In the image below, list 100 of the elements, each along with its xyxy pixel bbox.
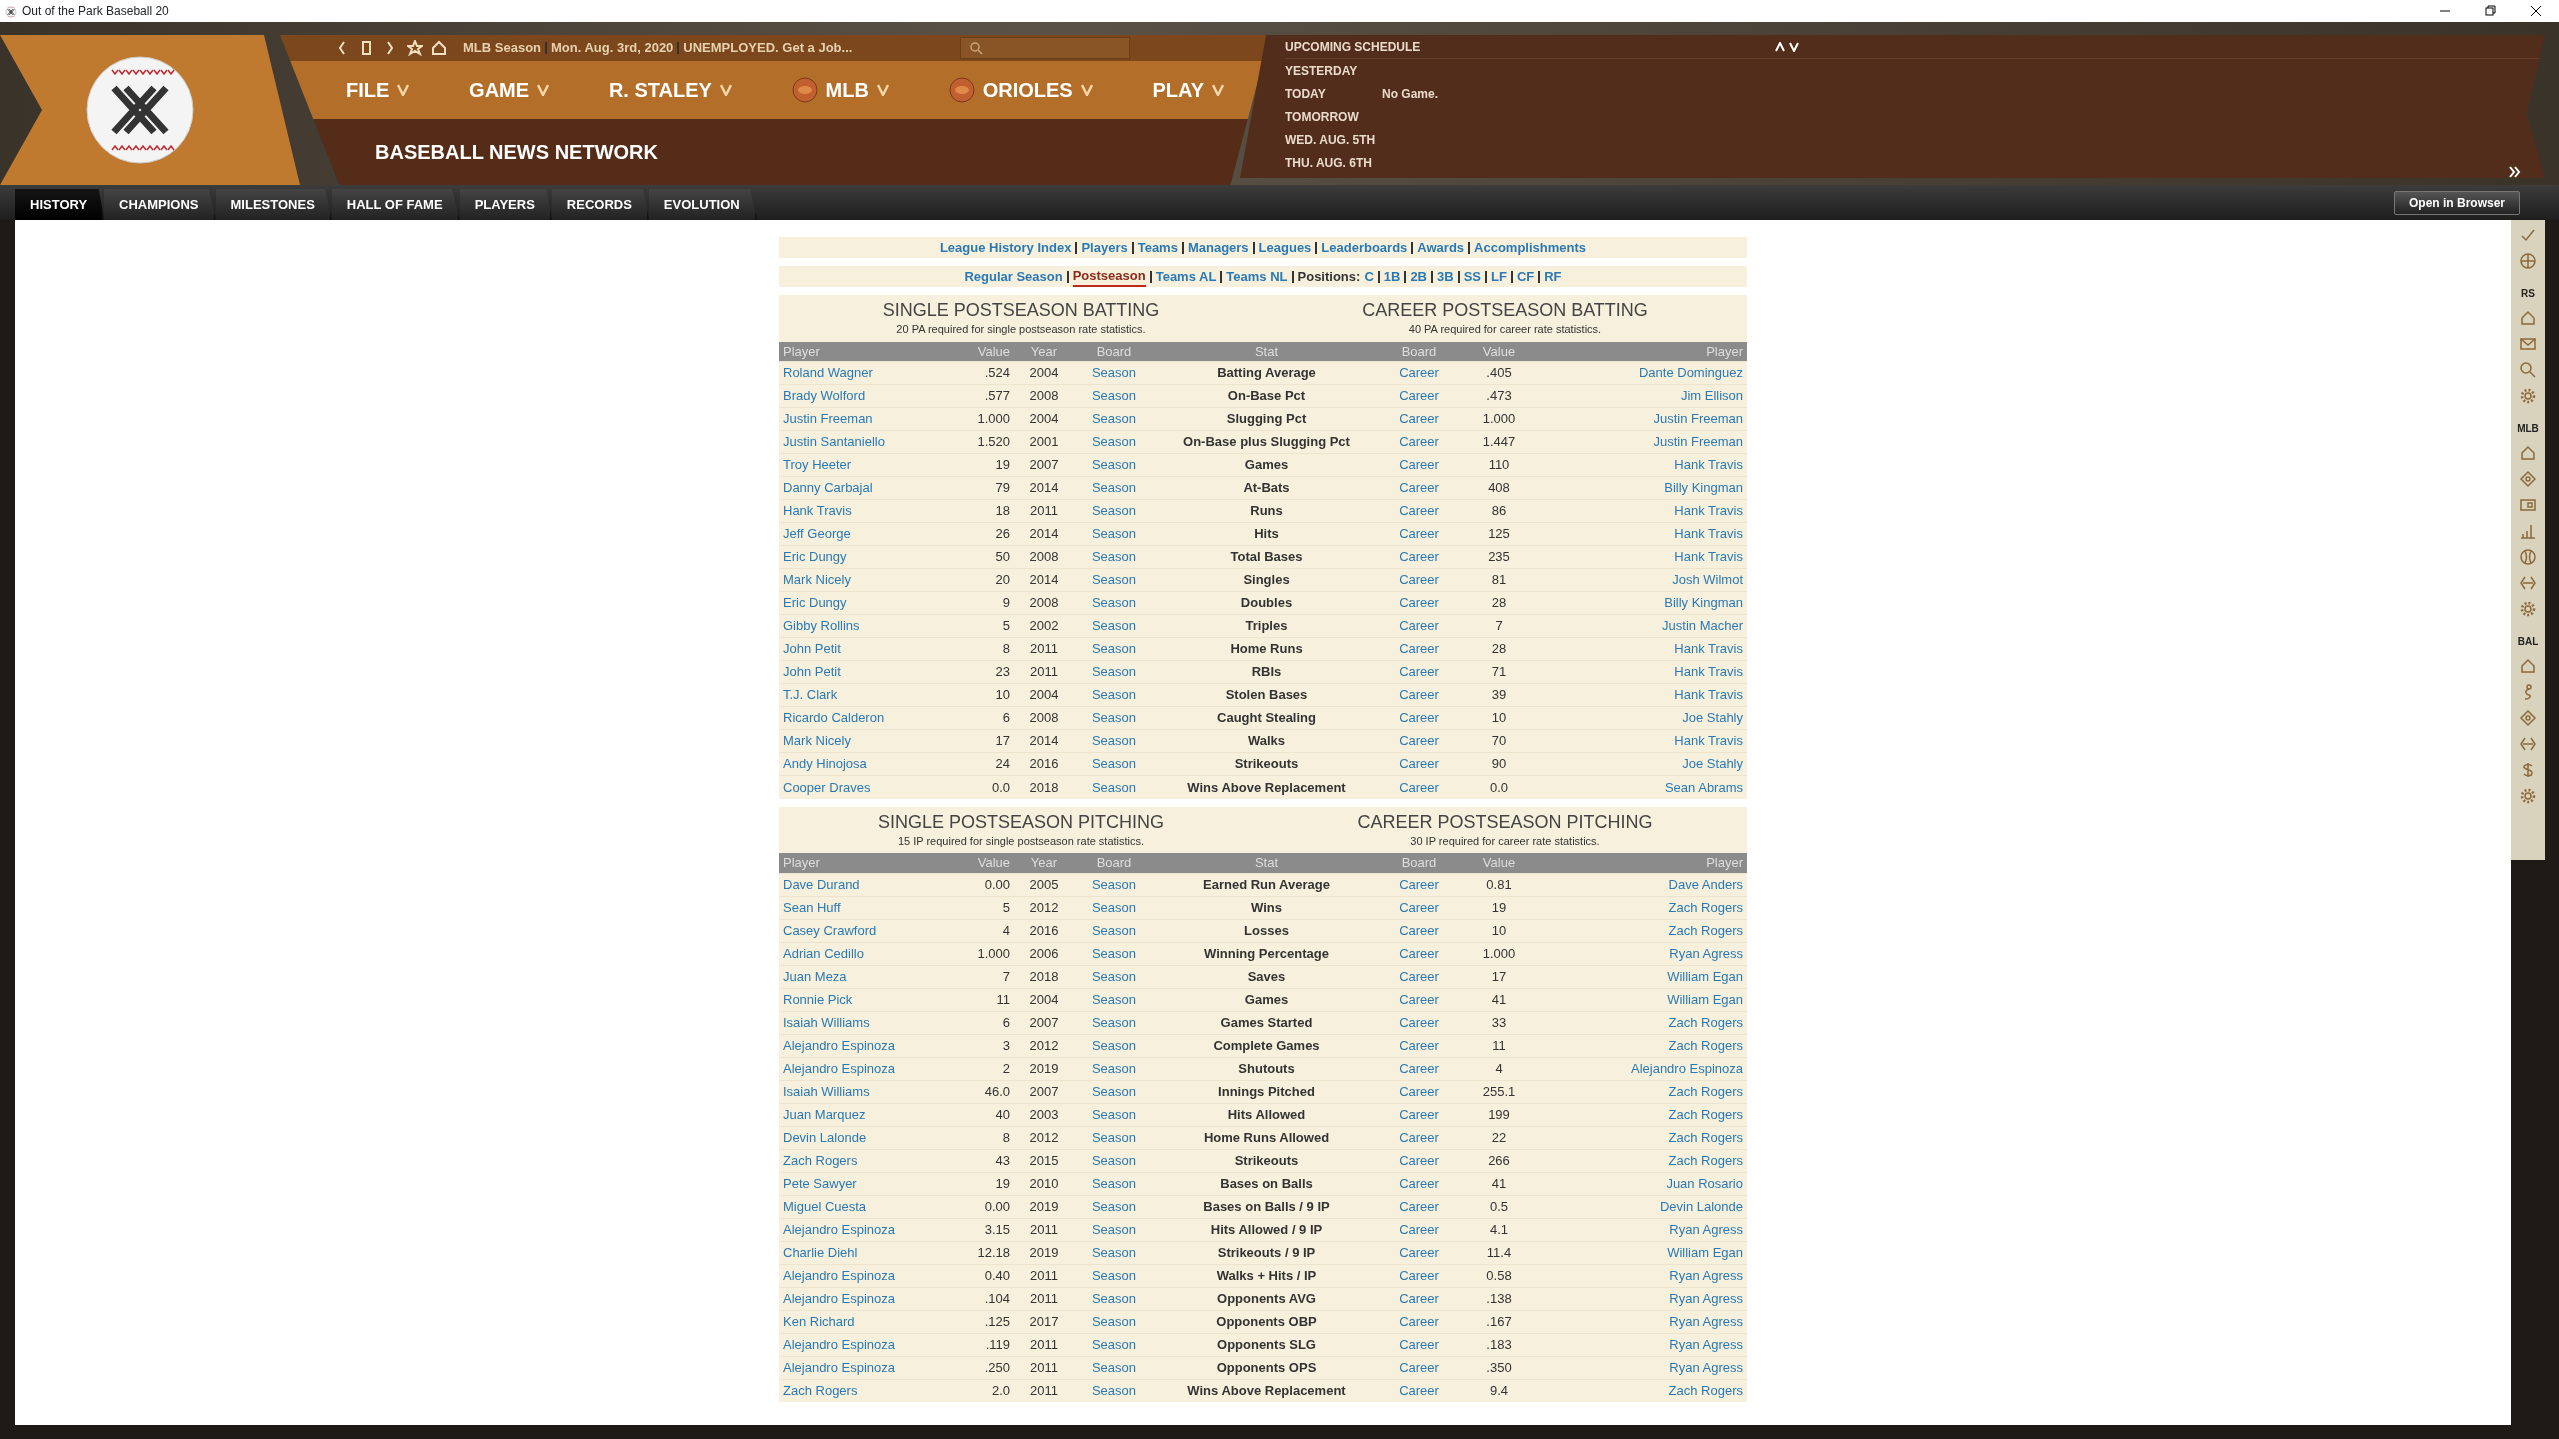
board-link[interactable]: Season: [1091, 1083, 1137, 1099]
board-link[interactable]: Career: [1399, 434, 1439, 450]
player-link[interactable]: Juan Meza: [783, 968, 847, 984]
board-link[interactable]: Season: [1091, 756, 1137, 772]
player-link[interactable]: Isaiah Williams: [783, 1083, 870, 1099]
board-link[interactable]: Career: [1399, 876, 1439, 892]
player-link[interactable]: Alejandro Espinoza: [783, 1037, 896, 1053]
search-field[interactable]: [960, 37, 1130, 59]
menu-item[interactable]: ORIOLES: [942, 74, 1099, 106]
board-link[interactable]: Career: [1399, 411, 1439, 427]
player-link[interactable]: Sean Abrams: [1664, 779, 1743, 795]
up-chevron-icon[interactable]: [1775, 41, 1785, 52]
board-link[interactable]: Career: [1399, 687, 1439, 703]
player-link[interactable]: Cooper Draves: [783, 779, 871, 795]
player-link[interactable]: Dave Durand: [783, 876, 860, 892]
board-link[interactable]: Season: [1091, 779, 1137, 795]
menu-item[interactable]: R. STALEY: [602, 74, 738, 106]
board-link[interactable]: Career: [1399, 1083, 1439, 1099]
board-link[interactable]: Season: [1091, 1037, 1137, 1053]
position-link[interactable]: 1B: [1383, 266, 1401, 287]
player-link[interactable]: Ricardo Calderon: [783, 710, 885, 726]
player-link[interactable]: Hank Travis: [1674, 664, 1743, 680]
globe-icon[interactable]: [2519, 252, 2537, 270]
player-link[interactable]: Alejandro Espinoza: [1630, 1060, 1743, 1076]
position-link[interactable]: RF: [1544, 266, 1562, 287]
player-link[interactable]: Justin Freeman: [1653, 411, 1743, 427]
board-link[interactable]: Season: [1091, 1383, 1137, 1398]
board-link[interactable]: Season: [1091, 1244, 1137, 1260]
player-link[interactable]: William Egan: [1667, 991, 1743, 1007]
player-link[interactable]: Zach Rogers: [1668, 1106, 1743, 1122]
board-link[interactable]: Season: [1091, 1336, 1137, 1352]
board-link[interactable]: Season: [1091, 899, 1137, 915]
star-icon[interactable]: [407, 40, 423, 56]
board-link[interactable]: Career: [1399, 756, 1439, 772]
player-link[interactable]: Alejandro Espinoza: [783, 1359, 896, 1375]
player-link[interactable]: John Petit: [783, 641, 841, 657]
player-link[interactable]: Isaiah Williams: [783, 1014, 870, 1030]
player-link[interactable]: Josh Wilmot: [1672, 572, 1743, 588]
player-link[interactable]: Zach Rogers: [1668, 1014, 1743, 1030]
board-link[interactable]: Season: [1091, 1267, 1137, 1283]
player-link[interactable]: Zach Rogers: [1668, 1129, 1743, 1145]
player-link[interactable]: Ryan Agress: [1669, 1336, 1743, 1352]
player-link[interactable]: Hank Travis: [1674, 549, 1743, 565]
view-link[interactable]: Postseason: [1072, 265, 1146, 288]
board-link[interactable]: Season: [1091, 922, 1137, 938]
menu-item[interactable]: PLAY: [1146, 74, 1230, 106]
open-in-browser-button[interactable]: Open in Browser: [2393, 191, 2520, 215]
board-link[interactable]: Season: [1091, 365, 1137, 381]
player-link[interactable]: Hank Travis: [1674, 526, 1743, 542]
board-link[interactable]: Season: [1091, 664, 1137, 680]
board-link[interactable]: Career: [1399, 1290, 1439, 1306]
home-icon[interactable]: [431, 40, 447, 56]
board-link[interactable]: Career: [1399, 503, 1439, 519]
board-link[interactable]: Career: [1399, 1198, 1439, 1214]
player-link[interactable]: Jim Ellison: [1680, 388, 1743, 404]
board-link[interactable]: Season: [1091, 1290, 1137, 1306]
player-link[interactable]: Mark Nicely: [783, 733, 851, 749]
player-link[interactable]: Zach Rogers: [1668, 1383, 1743, 1398]
board-link[interactable]: Career: [1399, 899, 1439, 915]
board-link[interactable]: Season: [1091, 710, 1137, 726]
board-link[interactable]: Season: [1091, 1060, 1137, 1076]
board-link[interactable]: Career: [1399, 526, 1439, 542]
player-link[interactable]: Gibby Rollins: [783, 618, 860, 634]
tab[interactable]: PLAYERS: [459, 189, 552, 220]
board-link[interactable]: Season: [1091, 549, 1137, 565]
board-link[interactable]: Career: [1399, 1267, 1439, 1283]
board-link[interactable]: Career: [1399, 991, 1439, 1007]
link[interactable]: Leagues: [1258, 237, 1312, 258]
board-link[interactable]: Season: [1091, 1198, 1137, 1214]
player-link[interactable]: Ryan Agress: [1669, 1313, 1743, 1329]
board-link[interactable]: Season: [1091, 572, 1137, 588]
double-arrow-icon[interactable]: [2519, 735, 2537, 753]
board-link[interactable]: Career: [1399, 1152, 1439, 1168]
player-link[interactable]: Adrian Cedillo: [783, 945, 864, 961]
board-link[interactable]: Career: [1399, 595, 1439, 611]
board-link[interactable]: Season: [1091, 1221, 1137, 1237]
board-link[interactable]: Career: [1399, 549, 1439, 565]
player-link[interactable]: Dave Anders: [1668, 876, 1743, 892]
board-link[interactable]: Career: [1399, 388, 1439, 404]
player-link[interactable]: Brady Wolford: [783, 388, 866, 404]
board-link[interactable]: Season: [1091, 1313, 1137, 1329]
position-link[interactable]: C: [1364, 266, 1374, 287]
tab[interactable]: EVOLUTION: [648, 189, 757, 220]
home-icon[interactable]: [2519, 444, 2537, 462]
board-link[interactable]: Career: [1399, 1313, 1439, 1329]
position-link[interactable]: CF: [1516, 266, 1535, 287]
player-link[interactable]: Zach Rogers: [783, 1152, 858, 1168]
position-link[interactable]: LF: [1491, 266, 1507, 287]
board-link[interactable]: Career: [1399, 922, 1439, 938]
board-link[interactable]: Season: [1091, 945, 1137, 961]
restore-icon[interactable]: [2484, 5, 2496, 17]
player-link[interactable]: Alejandro Espinoza: [783, 1060, 896, 1076]
board-link[interactable]: Career: [1399, 572, 1439, 588]
player-link[interactable]: Zach Rogers: [1668, 1037, 1743, 1053]
position-link[interactable]: SS: [1463, 266, 1481, 287]
board-link[interactable]: Career: [1399, 1129, 1439, 1145]
player-link[interactable]: Dante Dominguez: [1638, 365, 1743, 381]
board-link[interactable]: Season: [1091, 1152, 1137, 1168]
player-link[interactable]: Billy Kingman: [1664, 595, 1743, 611]
board-link[interactable]: Career: [1399, 1037, 1439, 1053]
